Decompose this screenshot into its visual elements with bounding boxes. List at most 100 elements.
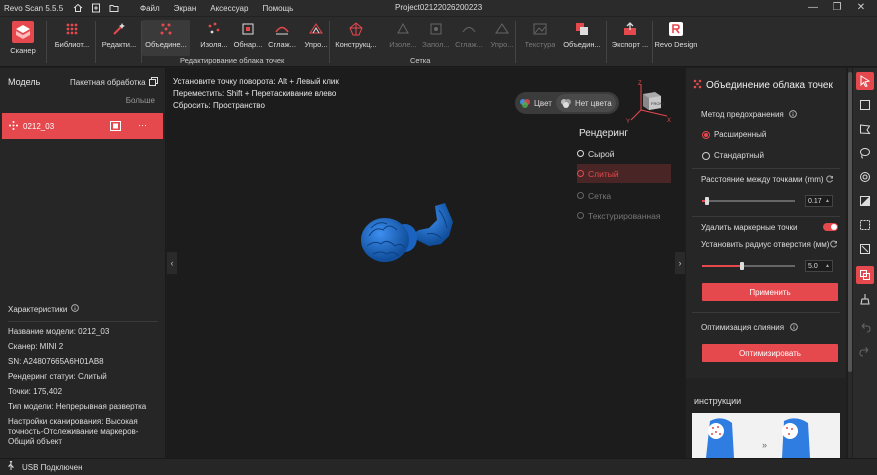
- divider: [692, 168, 840, 169]
- merge-models-icon: [573, 20, 591, 38]
- divider: [692, 216, 840, 217]
- render-textured[interactable]: Текстурированная: [577, 206, 671, 225]
- merge-settings-panel: Объединение облака точек Метод предохран…: [686, 68, 846, 458]
- hole-radius-input[interactable]: 5.0 ▲: [805, 260, 833, 272]
- collapse-left-button[interactable]: ‹: [167, 252, 177, 274]
- edit-button[interactable]: Редакти...: [97, 20, 141, 56]
- prop-scan-settings: Настройки сканирования: Высокая точность…: [8, 417, 139, 446]
- revo-design-button[interactable]: Revo Design: [654, 20, 698, 56]
- home-icon[interactable]: [72, 2, 84, 14]
- hint-move: Переместить: Shift + Перетаскивание влев…: [173, 89, 337, 98]
- select-arrow-button[interactable]: [856, 72, 874, 90]
- model-more-menu[interactable]: ···: [138, 120, 147, 130]
- close-button[interactable]: ✕: [851, 2, 871, 13]
- polygon-select-button[interactable]: [856, 120, 874, 138]
- instructions-title: инструкции: [694, 396, 742, 406]
- scanner-button[interactable]: Сканер: [3, 20, 43, 64]
- crop-icon: [239, 20, 257, 38]
- hole-radius-label: Установить радиус отверстия (мм): [701, 240, 830, 249]
- rect-select-button[interactable]: [856, 96, 874, 114]
- brush-icon: [860, 172, 870, 182]
- hole-radius-slider[interactable]: [702, 262, 795, 270]
- slider-knob[interactable]: [705, 197, 709, 205]
- app-name: Revo Scan 5.5.5: [4, 3, 64, 13]
- scrollbar-thumb[interactable]: [848, 72, 852, 372]
- model-type-icon[interactable]: [110, 121, 121, 133]
- stepper-icon[interactable]: ▲: [825, 263, 830, 269]
- merge-models-button[interactable]: Объедин...: [560, 20, 604, 56]
- invert-select-button[interactable]: [856, 192, 874, 210]
- invert-selection-icon: [860, 196, 870, 206]
- distance-label: Расстояние между точками (mm): [701, 175, 824, 184]
- reset-distance-icon[interactable]: [826, 175, 834, 185]
- render-mesh[interactable]: Сетка: [577, 186, 671, 205]
- merge-point-cloud-button[interactable]: Объедине...: [142, 20, 190, 56]
- minimize-button[interactable]: —: [803, 2, 823, 13]
- stepper-icon[interactable]: ▲: [825, 198, 830, 204]
- select-all-button[interactable]: [856, 216, 874, 234]
- texture-button[interactable]: Текстура: [518, 20, 562, 56]
- scanned-model[interactable]: [357, 200, 467, 270]
- menu-view[interactable]: Экран: [174, 4, 197, 13]
- cube-front-label: FRONT: [651, 101, 665, 106]
- mesh-constructor-button[interactable]: Конструкц...: [332, 20, 380, 56]
- distance-slider[interactable]: [702, 197, 795, 205]
- render-raw[interactable]: Сырой: [577, 144, 671, 163]
- mesh-simplify-icon: [493, 20, 511, 38]
- slider-knob[interactable]: [740, 262, 744, 270]
- reset-radius-icon[interactable]: [830, 240, 838, 250]
- isolate-icon: [205, 20, 223, 38]
- menu-help[interactable]: Помощь: [262, 4, 293, 13]
- export-button[interactable]: Экспорт ...: [608, 20, 652, 56]
- model-list-item[interactable]: 0212_03 ···: [2, 113, 163, 139]
- apply-button[interactable]: Применить: [702, 283, 838, 301]
- radio-icon: [577, 192, 584, 199]
- method-label: Метод предохранения: [701, 110, 797, 119]
- layers-icon: [860, 270, 870, 280]
- prop-serial: SN: A24807665A6H01AB8: [8, 357, 104, 366]
- menu-accessory[interactable]: Аксессуар: [210, 4, 248, 13]
- undo-button[interactable]: [856, 318, 874, 336]
- mesh-icon: [347, 20, 365, 38]
- clean-button[interactable]: [856, 290, 874, 308]
- open-folder-icon[interactable]: [108, 2, 120, 14]
- gray-circles-icon: [560, 99, 571, 108]
- panel-scrollbar[interactable]: [848, 68, 852, 458]
- library-button[interactable]: Библиот...: [50, 20, 94, 56]
- collapse-right-button[interactable]: ›: [675, 252, 685, 274]
- prop-model-name: Название модели: 0212_03: [8, 327, 110, 336]
- model-panel: Модель Пакетная обработка Больше 0212_03…: [0, 68, 166, 458]
- color-toggle[interactable]: Цвет Нет цвета: [515, 92, 619, 114]
- new-project-icon[interactable]: [90, 2, 102, 14]
- color-on-option[interactable]: Цвет: [515, 94, 556, 112]
- redo-button[interactable]: [856, 342, 874, 360]
- info-icon: [790, 323, 799, 331]
- batch-processing-button[interactable]: Пакетная обработка: [70, 77, 158, 88]
- color-circles-icon: [520, 99, 530, 108]
- brush-select-button[interactable]: [856, 168, 874, 186]
- lasso-select-button[interactable]: [856, 144, 874, 162]
- merge-points-icon: [692, 78, 703, 92]
- export-icon: [621, 20, 639, 38]
- render-title: Рендеринг: [579, 128, 629, 139]
- info-icon: [789, 110, 797, 118]
- menu-file[interactable]: Файл: [140, 4, 160, 13]
- method-extended-radio[interactable]: Расширенный: [702, 130, 766, 139]
- undo-icon: [861, 323, 871, 333]
- group-label-mesh: Сетка: [410, 56, 431, 65]
- 3d-viewport[interactable]: Установите точку поворота: Alt + Левый к…: [167, 68, 685, 458]
- info-icon[interactable]: [71, 304, 80, 314]
- project-name: Project02122026200223: [395, 3, 483, 12]
- render-merged[interactable]: Слитый: [577, 164, 671, 183]
- no-color-option[interactable]: Нет цвета: [555, 94, 616, 112]
- more-link[interactable]: Больше: [126, 96, 155, 105]
- distance-input[interactable]: 0.17 ▲: [805, 195, 833, 207]
- method-standard-radio[interactable]: Стандартный: [702, 151, 764, 160]
- layers-button[interactable]: [856, 266, 874, 284]
- remove-markers-toggle[interactable]: [823, 223, 838, 231]
- view-cube[interactable]: FRONT Z X Y: [625, 80, 671, 125]
- optimize-button[interactable]: Оптимизировать: [702, 344, 838, 362]
- deselect-button[interactable]: [856, 240, 874, 258]
- maximize-button[interactable]: ❐: [827, 2, 847, 13]
- divider: [8, 321, 158, 322]
